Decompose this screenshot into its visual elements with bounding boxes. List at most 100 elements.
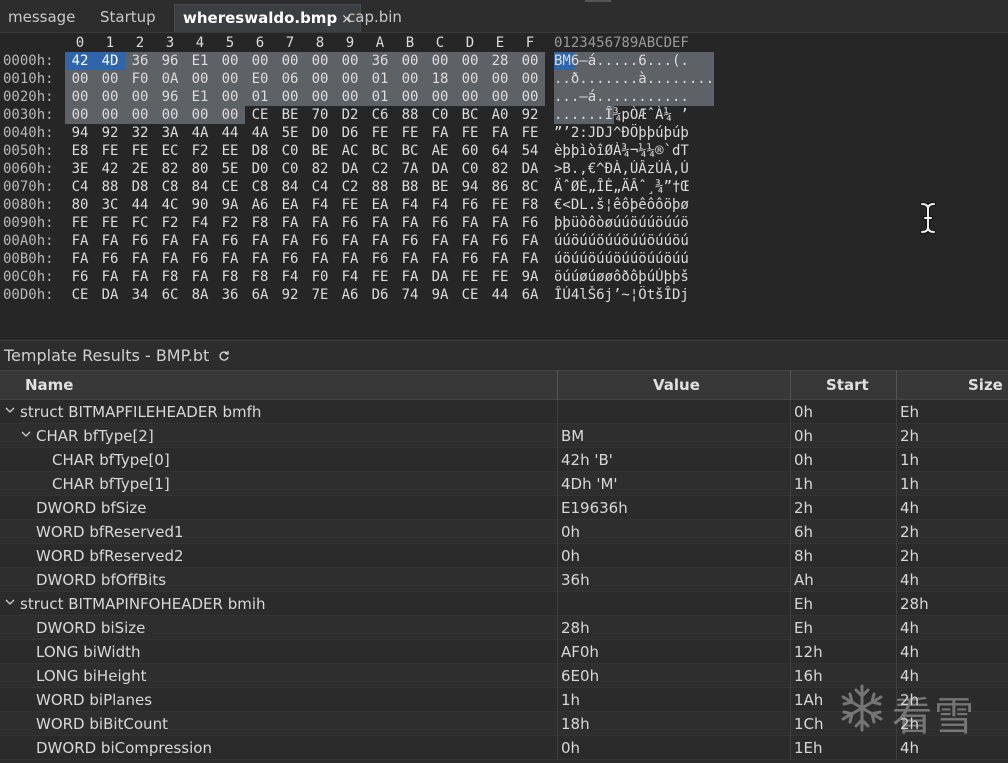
hex-byte[interactable]: F6 [455, 250, 485, 268]
hex-byte[interactable]: 00 [95, 88, 125, 106]
hex-byte[interactable]: D6 [335, 124, 365, 142]
hex-byte[interactable]: F6 [65, 268, 95, 286]
hex-byte[interactable]: 94 [455, 178, 485, 196]
hex-byte[interactable]: 00 [305, 52, 335, 70]
hex-byte[interactable]: 4C [155, 196, 185, 214]
hex-byte[interactable]: 84 [185, 178, 215, 196]
hex-byte[interactable]: 00 [65, 88, 95, 106]
hex-byte[interactable]: 82 [155, 160, 185, 178]
hex-byte[interactable]: C0 [275, 142, 305, 160]
hex-byte[interactable]: 42 [95, 160, 125, 178]
hex-byte[interactable]: FA [365, 232, 395, 250]
hex-byte[interactable]: D0 [245, 160, 275, 178]
hex-byte[interactable]: FA [335, 250, 365, 268]
hex-byte[interactable]: 88 [365, 178, 395, 196]
hex-byte[interactable]: 44 [125, 196, 155, 214]
hex-byte[interactable]: FA [125, 268, 155, 286]
hex-byte[interactable]: 92 [95, 124, 125, 142]
hex-byte[interactable]: 9A [215, 196, 245, 214]
hex-byte[interactable]: FE [65, 214, 95, 232]
hex-byte[interactable]: 00 [455, 70, 485, 88]
hex-byte[interactable]: FA [275, 232, 305, 250]
hex-byte[interactable]: FE [485, 268, 515, 286]
hex-byte[interactable]: D2 [335, 106, 365, 124]
hex-byte[interactable]: F6 [365, 250, 395, 268]
hex-byte[interactable]: F4 [305, 196, 335, 214]
hex-byte[interactable]: 88 [395, 106, 425, 124]
hex-byte[interactable]: 74 [395, 286, 425, 304]
hex-byte[interactable]: 00 [215, 70, 245, 88]
hex-byte[interactable]: F2 [185, 142, 215, 160]
hex-byte[interactable]: 42 [65, 52, 95, 70]
hex-byte[interactable]: 7E [305, 286, 335, 304]
template-row[interactable]: struct BITMAPINFOHEADER bmih Eh 28h [0, 592, 1008, 616]
hex-byte[interactable]: FA [515, 232, 545, 250]
hex-byte[interactable]: F4 [185, 214, 215, 232]
hex-byte[interactable]: C8 [245, 178, 275, 196]
hex-byte[interactable]: 00 [275, 88, 305, 106]
hex-byte[interactable]: BC [455, 106, 485, 124]
hex-byte[interactable]: CE [245, 106, 275, 124]
hex-byte[interactable]: 00 [335, 70, 365, 88]
hex-byte[interactable]: 00 [245, 52, 275, 70]
hex-byte[interactable]: FA [395, 268, 425, 286]
hex-byte[interactable]: FA [395, 250, 425, 268]
hex-byte[interactable]: 00 [515, 70, 545, 88]
hex-byte[interactable]: 00 [485, 88, 515, 106]
hex-byte[interactable]: FA [425, 250, 455, 268]
hex-byte[interactable]: 00 [455, 52, 485, 70]
column-divider[interactable] [790, 371, 791, 401]
hex-byte[interactable]: E0 [245, 70, 275, 88]
hex-byte[interactable]: 00 [125, 106, 155, 124]
ascii-row[interactable]: ÎÚ4lŠ6j’~¦ÖtšÎDj [554, 286, 716, 304]
hex-byte[interactable]: F6 [215, 232, 245, 250]
refresh-icon[interactable] [218, 350, 230, 362]
column-divider[interactable] [896, 371, 897, 401]
hex-byte[interactable]: FA [425, 232, 455, 250]
hex-byte[interactable]: 86 [485, 178, 515, 196]
hex-byte[interactable]: 36 [365, 52, 395, 70]
hex-byte[interactable]: 9A [425, 286, 455, 304]
hex-byte[interactable]: EA [365, 196, 395, 214]
hex-byte[interactable]: D6 [365, 286, 395, 304]
hex-byte[interactable]: 00 [395, 88, 425, 106]
template-row[interactable]: LONG biWidth AF0h 12h 4h [0, 640, 1008, 664]
hex-byte[interactable]: DA [515, 160, 545, 178]
hex-byte[interactable]: FE [455, 268, 485, 286]
hex-byte[interactable]: 60 [455, 142, 485, 160]
tab-startup[interactable]: Startup [92, 4, 164, 32]
hex-byte[interactable]: FA [305, 214, 335, 232]
hex-byte[interactable]: BC [365, 142, 395, 160]
ascii-row[interactable]: ...–á........... [554, 88, 716, 106]
hex-byte[interactable]: F0 [305, 268, 335, 286]
hex-byte[interactable]: FA [485, 214, 515, 232]
hex-byte[interactable]: FE [95, 214, 125, 232]
hex-byte[interactable]: 9A [515, 268, 545, 286]
hex-byte[interactable]: 00 [515, 52, 545, 70]
hex-byte[interactable]: BE [275, 106, 305, 124]
hex-byte[interactable]: 36 [125, 52, 155, 70]
hex-byte[interactable]: 82 [485, 160, 515, 178]
hex-byte[interactable]: C2 [365, 160, 395, 178]
hex-byte[interactable]: D0 [305, 124, 335, 142]
hex-byte[interactable]: 92 [275, 286, 305, 304]
ascii-row[interactable]: èþþìòîØÀ¾¬¼¼®`dT [554, 142, 716, 160]
hex-byte[interactable]: E8 [65, 142, 95, 160]
hex-byte[interactable]: 3E [65, 160, 95, 178]
hex-byte[interactable]: 6C [155, 286, 185, 304]
hex-byte[interactable]: EC [155, 142, 185, 160]
hex-byte[interactable]: FA [95, 232, 125, 250]
hex-byte[interactable]: 80 [65, 196, 95, 214]
column-header-name[interactable]: Name [25, 371, 73, 401]
hex-byte[interactable]: C2 [335, 178, 365, 196]
hex-byte[interactable]: 7A [395, 160, 425, 178]
hex-byte[interactable]: FA [65, 250, 95, 268]
template-row[interactable]: DWORD bfSize E19636h 2h 4h [0, 496, 1008, 520]
hex-byte[interactable]: F6 [305, 232, 335, 250]
hex-byte[interactable]: D8 [245, 142, 275, 160]
column-divider[interactable] [557, 371, 558, 401]
tab-cap-bin[interactable]: cap.bin [339, 4, 410, 32]
hex-byte[interactable]: 06 [275, 70, 305, 88]
hex-byte[interactable]: AE [425, 142, 455, 160]
hex-byte[interactable]: F2 [155, 214, 185, 232]
